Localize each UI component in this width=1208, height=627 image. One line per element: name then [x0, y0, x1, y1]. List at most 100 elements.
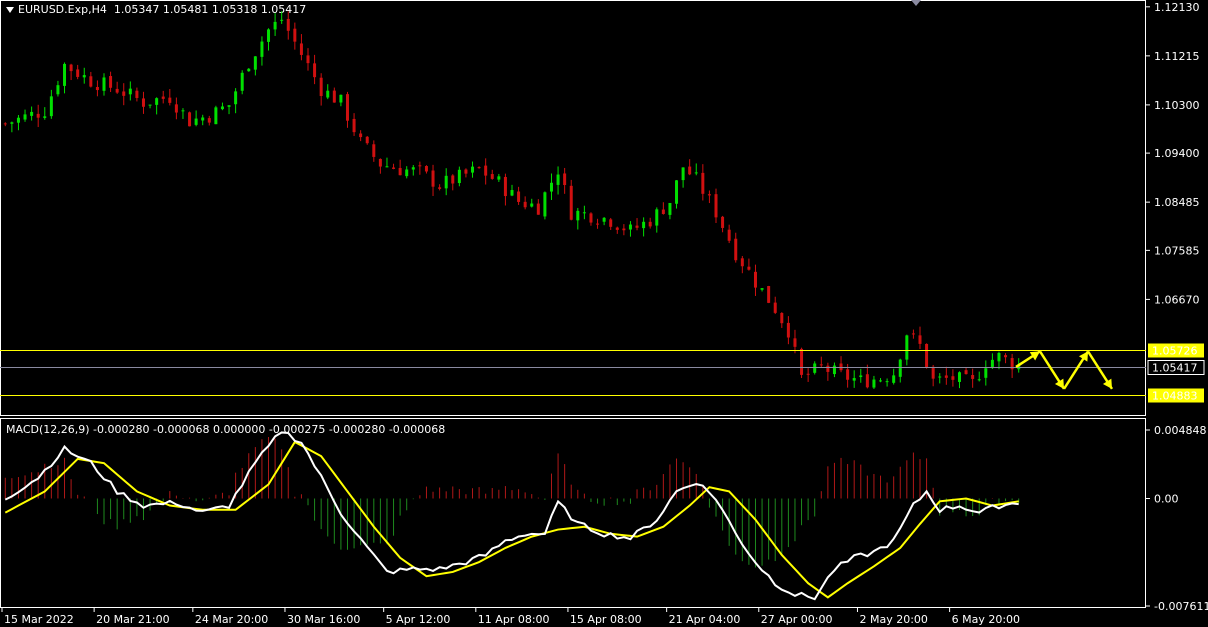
candle-body — [951, 376, 955, 380]
candle-body — [615, 227, 619, 230]
candle-body — [345, 94, 349, 121]
macd-tick-label: -0.007611 — [1154, 600, 1208, 613]
candle-body — [740, 258, 744, 267]
candle-body — [707, 194, 711, 196]
candle-body — [306, 55, 310, 64]
candles-group — [3, 11, 1021, 389]
candle-body — [536, 203, 540, 215]
candle-body — [484, 165, 488, 176]
candle-body — [747, 266, 751, 270]
candle-body — [931, 366, 935, 379]
macd-signal-line — [4, 440, 1019, 599]
main-pane-frame — [0, 0, 1146, 416]
candle-body — [911, 333, 915, 335]
candle-body — [859, 375, 863, 378]
candle-body — [885, 381, 889, 383]
candle-body — [332, 90, 336, 103]
time-tick-label: 5 Apr 12:00 — [386, 613, 451, 626]
candle-body — [957, 372, 961, 382]
candle-body — [760, 288, 764, 290]
candle-body — [800, 348, 804, 375]
price-tick-label: 1.07585 — [1154, 244, 1200, 257]
candle-body — [990, 359, 994, 369]
candle-body — [214, 107, 218, 125]
candle-body — [207, 118, 211, 123]
candle-body — [839, 363, 843, 371]
candle-body — [753, 271, 757, 288]
candle-body — [115, 88, 119, 93]
candle-body — [964, 370, 968, 375]
candle-body — [365, 136, 369, 144]
candle-body — [582, 212, 586, 214]
candle-body — [299, 43, 303, 55]
candle-body — [378, 158, 382, 167]
candle-body — [589, 213, 593, 223]
candle-body — [148, 104, 152, 106]
candle-body — [872, 379, 876, 388]
candle-body — [95, 86, 99, 91]
candle-body — [984, 368, 988, 378]
candle-body — [181, 110, 185, 112]
candle-body — [569, 185, 573, 220]
candle-body — [135, 90, 139, 98]
price-tick-label: 1.09400 — [1154, 147, 1200, 160]
candle-body — [813, 363, 817, 373]
candle-body — [846, 369, 850, 380]
candle-body — [892, 375, 896, 383]
candle-body — [56, 85, 60, 95]
candle-body — [431, 170, 435, 187]
candle-body — [675, 180, 679, 204]
candle-body — [220, 106, 224, 110]
level-label: 1.04883 — [1152, 390, 1198, 403]
candle-body — [865, 374, 869, 388]
time-tick-label: 21 Apr 04:00 — [669, 613, 741, 626]
candle-body — [418, 165, 422, 167]
candle-body — [1004, 355, 1008, 358]
candle-body — [622, 228, 626, 231]
candle-body — [352, 118, 356, 133]
price-tick-label: 1.12130 — [1154, 1, 1200, 14]
candle-body — [76, 69, 80, 77]
shift-marker-icon[interactable] — [911, 0, 921, 6]
candle-body — [122, 91, 126, 96]
candle-body — [128, 88, 132, 95]
projection-arrows-group — [1015, 350, 1114, 390]
time-tick-label: 15 Mar 2022 — [4, 613, 74, 626]
candle-body — [109, 76, 113, 88]
candle-body — [734, 238, 738, 261]
candle-body — [523, 201, 527, 208]
macd-tick-label: 0.004848 — [1154, 424, 1207, 437]
time-tick-label: 15 Apr 08:00 — [570, 613, 642, 626]
candle-body — [543, 192, 547, 217]
candle-body — [253, 56, 257, 70]
candle-body — [767, 286, 771, 303]
candle-body — [510, 190, 514, 196]
candle-body — [681, 167, 685, 181]
macd-axis: 0.004848 0.00 -0.007611 — [1146, 424, 1208, 613]
candle-body — [793, 338, 797, 347]
candle-body — [405, 169, 409, 177]
candle-body — [635, 225, 639, 228]
price-chart[interactable]: 1.05726 1.05417 1.04883 1.12130 1.11215 1.10… — [0, 0, 1208, 627]
candle-body — [227, 105, 231, 107]
candle-body — [385, 166, 389, 168]
candle-body — [786, 322, 790, 338]
time-tick-label: 11 Apr 08:00 — [478, 613, 550, 626]
time-tick-label: 30 Mar 16:00 — [287, 613, 360, 626]
candle-body — [503, 176, 507, 197]
level-label: 1.05417 — [1152, 362, 1198, 375]
candle-body — [155, 98, 159, 105]
candle-body — [471, 166, 475, 173]
candle-body — [826, 365, 830, 372]
candle-body — [668, 202, 672, 215]
candle-body — [879, 380, 883, 382]
candle-body — [438, 187, 442, 189]
candle-body — [293, 28, 297, 42]
candle-body — [780, 313, 784, 324]
candle-body — [16, 117, 20, 123]
candle-body — [464, 169, 468, 174]
candle-body — [240, 72, 244, 91]
price-tick-label: 1.11215 — [1154, 50, 1200, 63]
candle-body — [898, 359, 902, 377]
candle-body — [326, 90, 330, 98]
